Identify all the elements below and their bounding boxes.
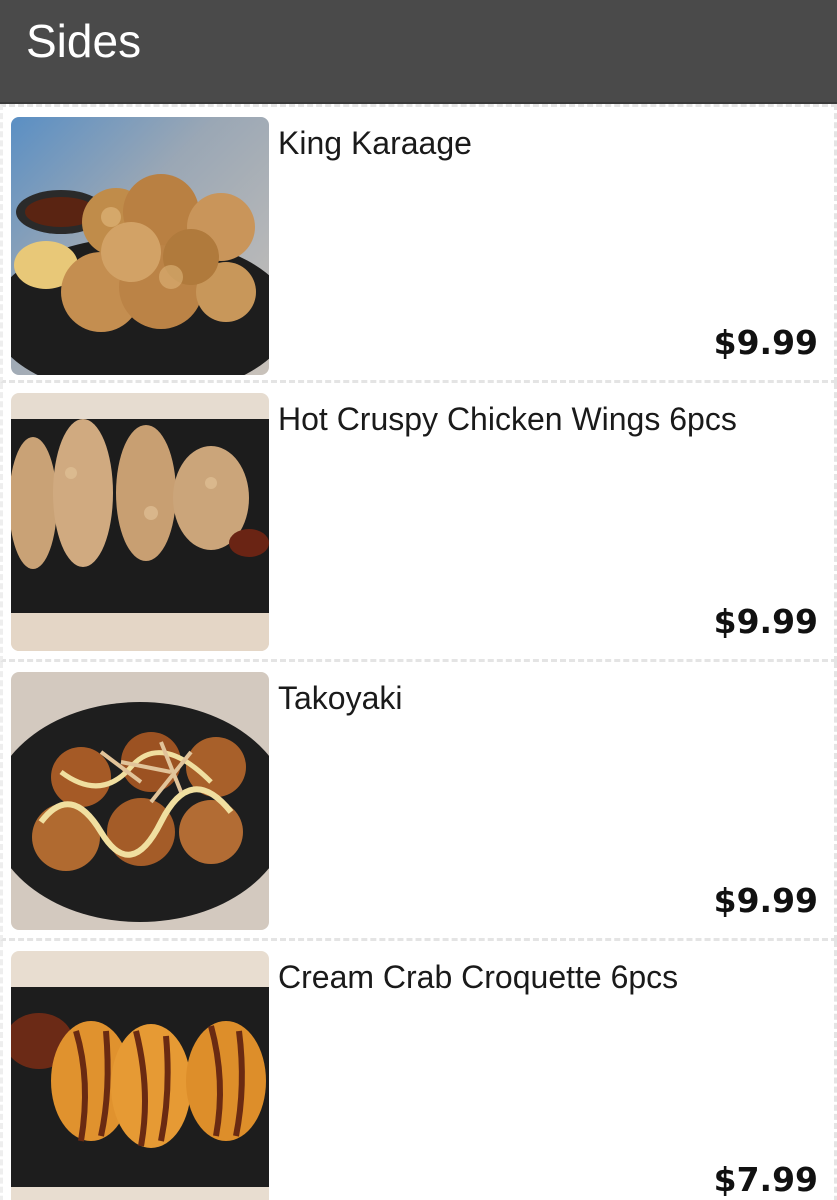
menu-item[interactable]: King Karaage $9.99 — [0, 104, 837, 383]
page-title: Sides — [26, 15, 142, 67]
item-price: $9.99 — [713, 323, 818, 362]
menu-item-list: King Karaage $9.99 Hot Cruspy Chicken Wi… — [0, 104, 837, 1200]
fried-chicken-karaage-image — [11, 117, 269, 375]
item-price: $9.99 — [713, 881, 818, 920]
chicken-wings-image — [11, 393, 269, 651]
item-name: Takoyaki — [278, 680, 403, 716]
item-price: $9.99 — [713, 602, 818, 641]
menu-item[interactable]: Takoyaki $9.99 — [0, 662, 837, 941]
app-header: Sides — [0, 0, 837, 104]
menu-item[interactable]: Cream Crab Croquette 6pcs $7.99 — [0, 941, 837, 1200]
crab-croquette-image — [11, 951, 269, 1200]
item-name: Cream Crab Croquette 6pcs — [278, 959, 679, 995]
takoyaki-image — [11, 672, 269, 930]
menu-item[interactable]: Hot Cruspy Chicken Wings 6pcs $9.99 — [0, 383, 837, 662]
item-price: $7.99 — [713, 1160, 818, 1199]
item-name: Hot Cruspy Chicken Wings 6pcs — [278, 401, 737, 437]
item-name: King Karaage — [278, 125, 472, 161]
